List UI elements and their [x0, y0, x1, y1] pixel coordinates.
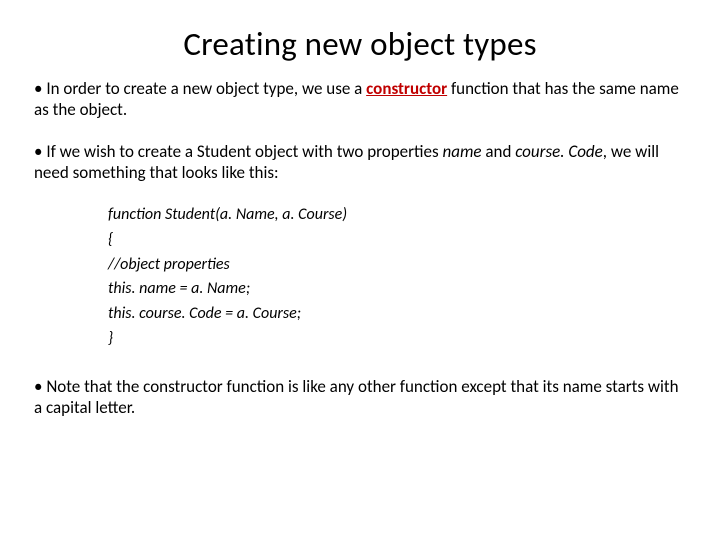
code-line: this. course. Code = a. Course; [108, 302, 686, 327]
code-line: //object properties [108, 253, 686, 278]
bullet-marker: • [34, 376, 46, 397]
text: Note that the constructor function is li… [34, 376, 679, 418]
text: and [482, 141, 516, 162]
bullet-3: • Note that the constructor function is … [34, 376, 686, 419]
slide: Creating new object types • In order to … [0, 0, 720, 540]
text: If we wish to create a Student object wi… [46, 141, 442, 162]
code-block: function Student(a. Name, a. Course) { /… [108, 203, 686, 352]
code-line: this. name = a. Name; [108, 277, 686, 302]
prop-name: name [442, 141, 481, 162]
bullet-marker: • [34, 78, 46, 99]
bullet-2: • If we wish to create a Student object … [34, 141, 686, 184]
keyword-constructor: constructor [366, 78, 447, 99]
text: In order to create a new object type, we… [46, 78, 366, 99]
code-line: } [108, 327, 686, 352]
prop-coursecode: course. Code [515, 141, 603, 162]
slide-title: Creating new object types [34, 24, 686, 64]
bullet-marker: • [34, 141, 46, 162]
code-line: function Student(a. Name, a. Course) [108, 203, 686, 228]
bullet-1: • In order to create a new object type, … [34, 78, 686, 121]
code-line: { [108, 228, 686, 253]
